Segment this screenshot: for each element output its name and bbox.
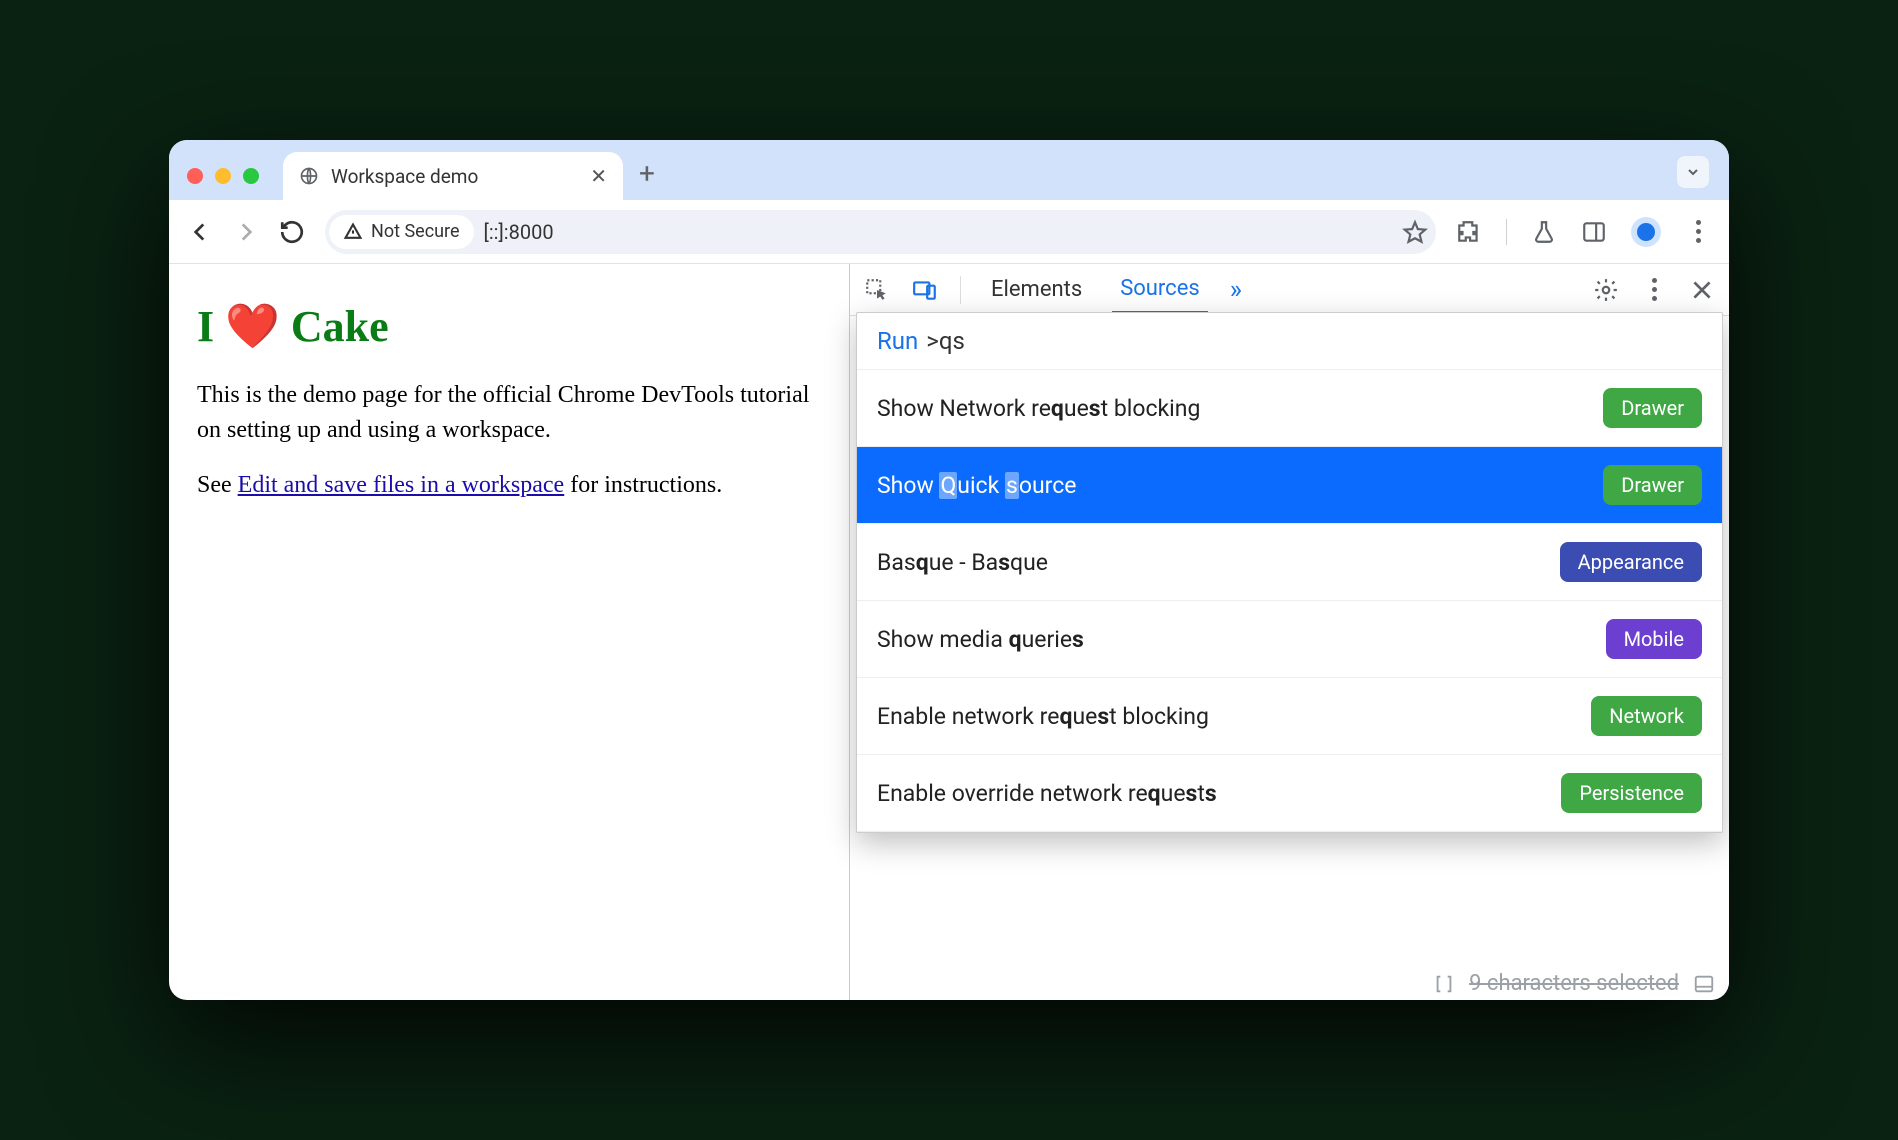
command-input-row[interactable]: Run >qs xyxy=(857,313,1722,370)
separator xyxy=(960,276,961,304)
command-item[interactable]: Enable network request blocking Network xyxy=(857,678,1722,755)
command-item[interactable]: Show Quick source Drawer xyxy=(857,447,1722,524)
settings-gear-icon[interactable] xyxy=(1593,277,1619,303)
tabs-dropdown-button[interactable] xyxy=(1677,156,1709,188)
devtools-panel: Elements Sources » Run >qs Show Network xyxy=(849,264,1729,1000)
command-item[interactable]: Enable override network requests Persiste… xyxy=(857,755,1722,832)
command-item[interactable]: Basque - Basque Appearance xyxy=(857,524,1722,601)
command-item-badge: Mobile xyxy=(1606,619,1702,659)
close-devtools-icon[interactable] xyxy=(1689,277,1715,303)
minimize-window-button[interactable] xyxy=(215,168,231,184)
command-item[interactable]: Show Network request blocking Drawer xyxy=(857,370,1722,447)
command-item-label: Show media queries xyxy=(877,626,1084,653)
more-tabs-icon[interactable]: » xyxy=(1230,275,1242,305)
profile-avatar[interactable] xyxy=(1631,217,1661,247)
see-prefix: See xyxy=(197,472,238,498)
panel-icon xyxy=(1693,973,1715,995)
separator xyxy=(1506,219,1507,245)
toolbar-right-icons xyxy=(1456,217,1711,247)
command-item-label: Enable network request blocking xyxy=(877,703,1209,730)
globe-icon xyxy=(299,166,319,186)
brackets-icon xyxy=(1433,973,1455,995)
tutorial-link[interactable]: Edit and save files in a workspace xyxy=(238,472,565,498)
close-window-button[interactable] xyxy=(187,168,203,184)
labs-icon[interactable] xyxy=(1531,219,1557,245)
command-item-label: Show Network request blocking xyxy=(877,395,1200,422)
command-item-label: Show Quick source xyxy=(877,472,1076,499)
security-label: Not Secure xyxy=(371,221,460,242)
browser-menu-icon[interactable] xyxy=(1685,219,1711,245)
security-status[interactable]: Not Secure xyxy=(329,215,474,249)
back-button[interactable] xyxy=(187,219,213,245)
page-paragraph-1: This is the demo page for the official C… xyxy=(197,378,821,448)
see-suffix: for instructions. xyxy=(564,472,722,498)
devtools-menu-icon[interactable] xyxy=(1641,277,1667,303)
browser-window: Workspace demo ✕ + Not Secure [::]:8000 xyxy=(169,140,1729,1000)
command-item-badge: Drawer xyxy=(1603,465,1702,505)
page-heading: I ❤️ Cake xyxy=(197,300,821,352)
browser-toolbar: Not Secure [::]:8000 xyxy=(169,200,1729,264)
browser-tab[interactable]: Workspace demo ✕ xyxy=(283,152,623,200)
tab-elements[interactable]: Elements xyxy=(983,267,1090,312)
command-item-badge: Persistence xyxy=(1561,773,1702,813)
command-item-label: Basque - Basque xyxy=(877,549,1048,576)
inspect-element-icon[interactable] xyxy=(864,277,890,303)
tab-strip: Workspace demo ✕ + xyxy=(169,140,1729,200)
command-item-badge: Network xyxy=(1591,696,1702,736)
run-label: Run xyxy=(877,327,918,355)
device-toolbar-icon[interactable] xyxy=(912,277,938,303)
tab-title: Workspace demo xyxy=(331,165,578,188)
webpage-viewport: I ❤️ Cake This is the demo page for the … xyxy=(169,264,849,1000)
tab-sources[interactable]: Sources xyxy=(1112,266,1208,314)
url-text: [::]:8000 xyxy=(484,220,1392,244)
bookmark-star-icon[interactable] xyxy=(1402,219,1428,245)
extensions-icon[interactable] xyxy=(1456,219,1482,245)
command-list: Show Network request blockingDrawerShow … xyxy=(857,370,1722,832)
forward-button[interactable] xyxy=(233,219,259,245)
address-bar[interactable]: Not Secure [::]:8000 xyxy=(325,210,1436,254)
status-bar-peek: 9 characters selected xyxy=(1433,971,1715,996)
new-tab-button[interactable]: + xyxy=(623,157,671,200)
command-query: >qs xyxy=(926,327,965,355)
command-item-badge: Drawer xyxy=(1603,388,1702,428)
command-item-badge: Appearance xyxy=(1560,542,1702,582)
command-item-label: Enable override network requests xyxy=(877,780,1217,807)
command-item[interactable]: Show media queries Mobile xyxy=(857,601,1722,678)
close-tab-icon[interactable]: ✕ xyxy=(590,164,607,188)
content-area: I ❤️ Cake This is the demo page for the … xyxy=(169,264,1729,1000)
side-panel-icon[interactable] xyxy=(1581,219,1607,245)
traffic-lights xyxy=(181,168,271,200)
status-text: 9 characters selected xyxy=(1469,971,1679,996)
reload-button[interactable] xyxy=(279,219,305,245)
devtools-tab-bar: Elements Sources » xyxy=(850,264,1729,316)
command-menu: Run >qs Show Network request blocking Dra… xyxy=(856,312,1723,833)
maximize-window-button[interactable] xyxy=(243,168,259,184)
page-paragraph-2: See Edit and save files in a workspace f… xyxy=(197,468,821,503)
